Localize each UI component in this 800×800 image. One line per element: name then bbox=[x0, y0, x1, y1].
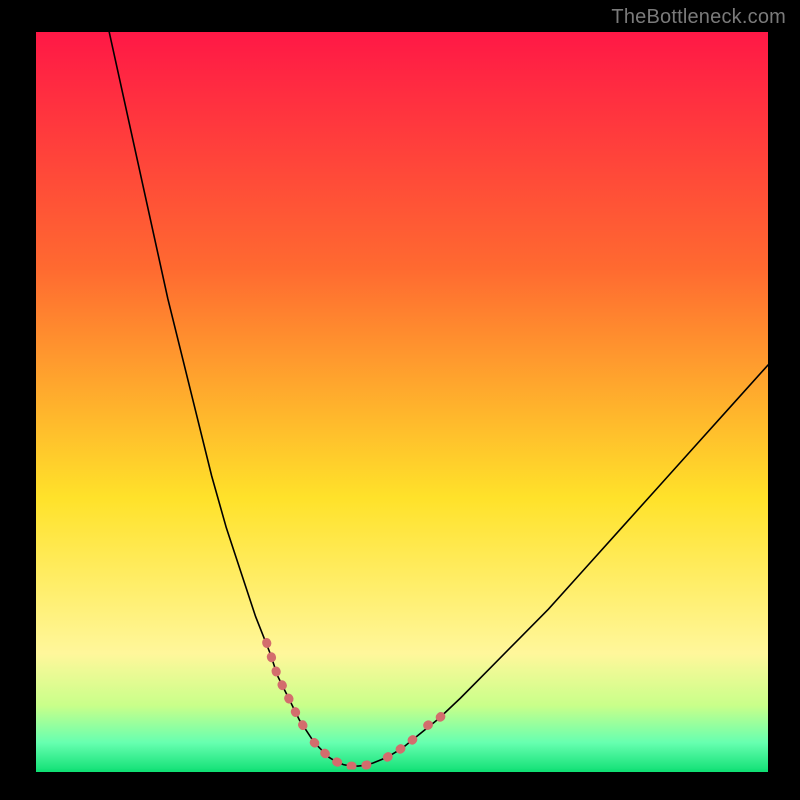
chart-svg bbox=[36, 32, 768, 772]
gradient-bg bbox=[36, 32, 768, 772]
chart-frame: TheBottleneck.com bbox=[0, 0, 800, 800]
plot-area bbox=[36, 32, 768, 772]
watermark-text: TheBottleneck.com bbox=[611, 6, 786, 29]
